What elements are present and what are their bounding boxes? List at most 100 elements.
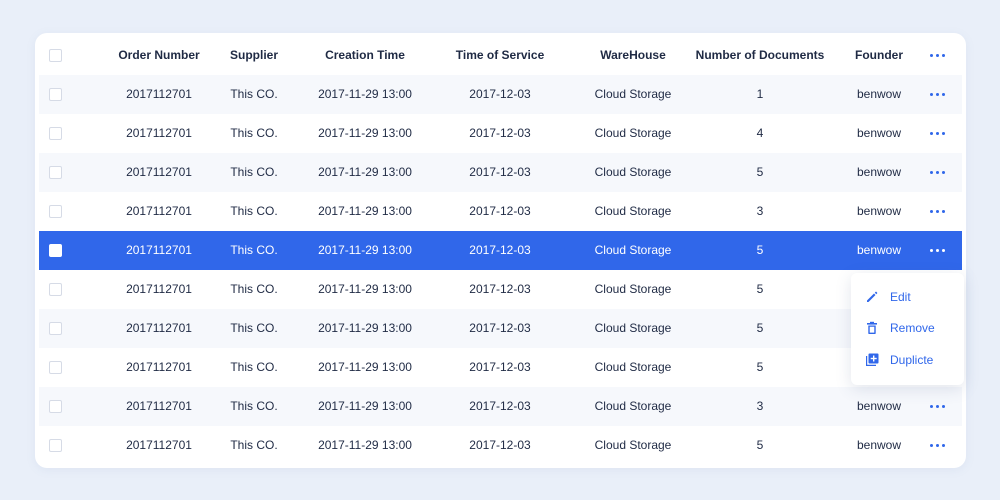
menu-item-label: Edit	[890, 290, 911, 304]
more-horizontal-icon[interactable]	[929, 165, 947, 179]
warehouse-cell: Cloud Storage	[594, 126, 672, 140]
creation-time-cell: 2017-11-29 13:00	[318, 321, 412, 335]
column-header-supplier[interactable]: Supplier	[214, 36, 294, 75]
time-of-service-cell: 2017-12-03	[469, 126, 531, 140]
time-of-service-cell: 2017-12-03	[469, 243, 531, 257]
row-checkbox[interactable]	[49, 361, 62, 374]
supplier-cell: This CO.	[230, 399, 278, 413]
order-number-cell: 2017112701	[126, 87, 192, 101]
table-row[interactable]: 2017112701 This CO. 2017-11-29 13:00 2017-1…	[39, 153, 962, 192]
founder-cell: benwow	[856, 87, 902, 101]
time-of-service-cell: 2017-12-03	[469, 87, 531, 101]
column-header-number-of-documents[interactable]: Number of Documents	[689, 36, 831, 75]
row-context-menu: Edit Remove Duplicte	[851, 273, 964, 385]
order-number-cell: 2017112701	[126, 126, 192, 140]
table-row[interactable]: 2017112701 This CO. 2017-11-29 13:00 2017-1…	[39, 192, 962, 231]
time-of-service-cell: 2017-12-03	[469, 165, 531, 179]
column-header-creation-time[interactable]: Creation Time	[304, 36, 426, 75]
menu-item-label: Remove	[890, 321, 935, 335]
row-checkbox[interactable]	[49, 205, 62, 218]
table-row[interactable]: 2017112701 This CO. 2017-11-29 13:00 2017-1…	[39, 231, 962, 270]
number-of-documents-cell: 1	[756, 87, 764, 101]
supplier-cell: This CO.	[230, 438, 278, 452]
table-row[interactable]: 2017112701 This CO. 2017-11-29 13:00 2017-1…	[39, 426, 962, 465]
row-checkbox[interactable]	[49, 166, 62, 179]
orders-table: Order Number Supplier Creation Time Time…	[35, 33, 966, 468]
creation-time-cell: 2017-11-29 13:00	[318, 126, 412, 140]
supplier-cell: This CO.	[230, 126, 278, 140]
row-checkbox[interactable]	[49, 322, 62, 335]
warehouse-cell: Cloud Storage	[594, 165, 672, 179]
warehouse-cell: Cloud Storage	[594, 438, 672, 452]
number-of-documents-cell: 5	[756, 243, 764, 257]
row-checkbox[interactable]	[49, 400, 62, 413]
creation-time-cell: 2017-11-29 13:00	[318, 360, 412, 374]
founder-cell: benwow	[856, 243, 902, 257]
table-row[interactable]: 2017112701 This CO. 2017-11-29 13:00 2017-1…	[39, 387, 962, 426]
founder-cell: benwow	[856, 438, 902, 452]
time-of-service-cell: 2017-12-03	[469, 321, 531, 335]
time-of-service-cell: 2017-12-03	[469, 360, 531, 374]
column-header-founder[interactable]: Founder	[844, 36, 914, 75]
table-row[interactable]: 2017112701 This CO. 2017-11-29 13:00 2017-1…	[39, 270, 962, 309]
warehouse-cell: Cloud Storage	[594, 87, 672, 101]
row-checkbox[interactable]	[49, 283, 62, 296]
creation-time-cell: 2017-11-29 13:00	[318, 165, 412, 179]
menu-item-edit[interactable]: Edit	[851, 281, 964, 313]
creation-time-cell: 2017-11-29 13:00	[318, 438, 412, 452]
table-header: Order Number Supplier Creation Time Time…	[39, 36, 962, 75]
creation-time-cell: 2017-11-29 13:00	[318, 204, 412, 218]
creation-time-cell: 2017-11-29 13:00	[318, 282, 412, 296]
pencil-icon	[867, 291, 878, 302]
order-number-cell: 2017112701	[126, 438, 192, 452]
table-row[interactable]: 2017112701 This CO. 2017-11-29 13:00 2017-1…	[39, 309, 962, 348]
duplicate-icon	[866, 353, 879, 366]
more-horizontal-icon[interactable]	[929, 399, 947, 413]
table-row[interactable]: 2017112701 This CO. 2017-11-29 13:00 2017-1…	[39, 114, 962, 153]
number-of-documents-cell: 5	[756, 360, 764, 374]
select-all-checkbox[interactable]	[49, 49, 62, 62]
column-header-warehouse[interactable]: WareHouse	[583, 36, 683, 75]
number-of-documents-cell: 3	[756, 399, 764, 413]
row-checkbox[interactable]	[49, 127, 62, 140]
warehouse-cell: Cloud Storage	[594, 360, 672, 374]
number-of-documents-cell: 5	[756, 438, 764, 452]
row-checkbox[interactable]	[49, 244, 62, 257]
menu-item-duplicate[interactable]: Duplicte	[851, 344, 964, 376]
warehouse-cell: Cloud Storage	[594, 282, 672, 296]
trash-icon	[867, 321, 877, 334]
supplier-cell: This CO.	[230, 321, 278, 335]
more-horizontal-icon[interactable]	[929, 204, 947, 218]
number-of-documents-cell: 3	[756, 204, 764, 218]
founder-cell: benwow	[856, 399, 902, 413]
column-header-order-number[interactable]: Order Number	[89, 36, 229, 75]
row-checkbox[interactable]	[49, 88, 62, 101]
order-number-cell: 2017112701	[126, 204, 192, 218]
table-row[interactable]: 2017112701 This CO. 2017-11-29 13:00 2017-1…	[39, 348, 962, 387]
column-header-time-of-service[interactable]: Time of Service	[439, 36, 561, 75]
order-number-cell: 2017112701	[126, 165, 192, 179]
creation-time-cell: 2017-11-29 13:00	[318, 399, 412, 413]
creation-time-cell: 2017-11-29 13:00	[318, 243, 412, 257]
supplier-cell: This CO.	[230, 87, 278, 101]
order-number-cell: 2017112701	[126, 282, 192, 296]
menu-item-remove[interactable]: Remove	[851, 312, 964, 344]
row-checkbox[interactable]	[49, 439, 62, 452]
more-horizontal-icon[interactable]	[929, 48, 947, 62]
more-horizontal-icon[interactable]	[929, 126, 947, 140]
supplier-cell: This CO.	[230, 165, 278, 179]
table-row[interactable]: 2017112701 This CO. 2017-11-29 13:00 2017-1…	[39, 75, 962, 114]
more-horizontal-icon[interactable]	[929, 243, 947, 257]
order-number-cell: 2017112701	[126, 399, 192, 413]
more-horizontal-icon[interactable]	[929, 87, 947, 101]
number-of-documents-cell: 5	[756, 165, 764, 179]
time-of-service-cell: 2017-12-03	[469, 438, 531, 452]
number-of-documents-cell: 5	[756, 321, 764, 335]
founder-cell: benwow	[856, 204, 902, 218]
supplier-cell: This CO.	[230, 204, 278, 218]
order-number-cell: 2017112701	[126, 243, 192, 257]
menu-item-label: Duplicte	[890, 353, 934, 367]
time-of-service-cell: 2017-12-03	[469, 204, 531, 218]
more-horizontal-icon[interactable]	[929, 438, 947, 452]
order-number-cell: 2017112701	[126, 321, 192, 335]
